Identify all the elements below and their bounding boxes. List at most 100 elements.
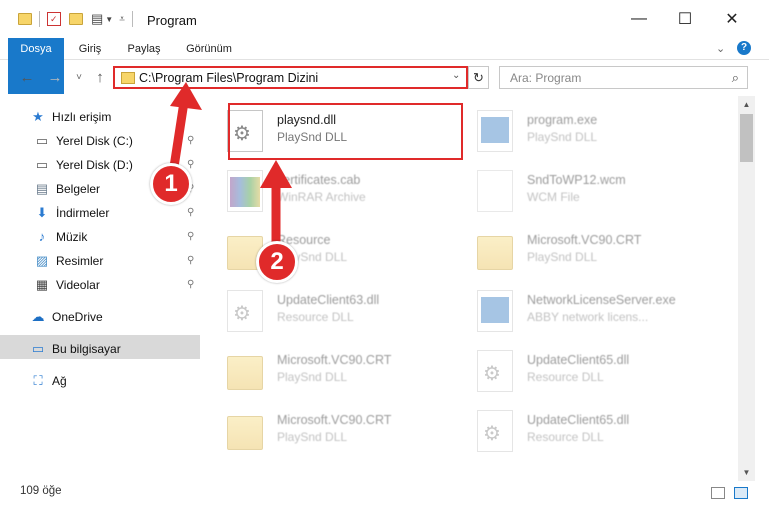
view-icon[interactable]: ▤: [91, 11, 103, 27]
divider: [39, 11, 40, 27]
network-icon: ⛶: [33, 372, 43, 388]
window-title: Program: [147, 13, 197, 28]
sidebar-item-resimler[interactable]: ▨ Resimler ⚲: [0, 249, 205, 272]
folder-icon: [18, 13, 32, 25]
forward-button[interactable]: →: [46, 68, 64, 88]
chevron-down-icon[interactable]: ▼: [105, 15, 113, 24]
item-count: 109 öğe: [20, 485, 62, 497]
highlight-box: [228, 103, 463, 160]
file-item[interactable]: SndToWP12.wcm WCM File: [465, 162, 705, 218]
pictures-icon: ▨: [35, 252, 49, 268]
videos-icon: ▦: [35, 276, 49, 292]
up-button[interactable]: ↑: [91, 68, 109, 88]
scrollbar[interactable]: ▲ ▼: [738, 96, 755, 481]
scroll-up-icon[interactable]: ▲: [738, 96, 755, 113]
gear-file-icon: ⚙: [227, 290, 263, 332]
folder-icon: [227, 416, 263, 450]
close-button[interactable]: ✕: [709, 0, 755, 38]
callout-badge-2: 2: [256, 241, 298, 283]
pin-icon[interactable]: ⚲: [187, 207, 194, 218]
back-button[interactable]: ←: [18, 68, 36, 88]
sidebar-item-label: Bu bilgisayar: [52, 341, 121, 356]
new-folder-icon[interactable]: [69, 13, 83, 25]
file-type: ABBY network licens...: [527, 310, 649, 324]
sidebar-item-label: Yerel Disk (D:): [56, 157, 133, 172]
chevron-down-icon[interactable]: ⌄: [452, 70, 460, 81]
file-type: Resource DLL: [277, 310, 354, 324]
cloud-icon: ☁: [31, 308, 45, 324]
computer-icon: ▭: [31, 340, 45, 356]
music-icon: ♪: [38, 229, 46, 244]
tab-home[interactable]: Giriş: [70, 38, 110, 60]
file-item[interactable]: Microsoft.VC90.CRT PlaySnd DLL: [215, 342, 455, 398]
pin-icon[interactable]: ⚲: [187, 255, 194, 266]
file-type: PlaySnd DLL: [277, 430, 348, 444]
sidebar-item-label: OneDrive: [52, 309, 103, 324]
sidebar-item-onedrive[interactable]: ☁ OneDrive: [0, 305, 205, 328]
title-bar: ✓ ▤ ▼ ⩡ Program — ☐ ✕: [0, 0, 769, 38]
drive-icon: ▭: [35, 156, 49, 172]
sidebar-item-label: Videolar: [56, 277, 100, 292]
file-name: Microsoft.VC90.CRT: [277, 353, 392, 367]
file-item[interactable]: program.exe PlaySnd DLL: [465, 102, 705, 158]
details-view-icon[interactable]: [711, 487, 725, 499]
download-icon: ⬇: [36, 204, 48, 220]
file-name: SndToWP12.wcm: [527, 173, 626, 187]
drive-icon: ▭: [35, 132, 49, 148]
help-icon[interactable]: ?: [737, 41, 751, 55]
folder-icon: [477, 236, 513, 270]
maximize-button[interactable]: ☐: [662, 0, 708, 38]
customize-icon[interactable]: ⩡: [119, 14, 125, 25]
properties-icon[interactable]: ✓: [47, 12, 61, 26]
file-type: PlaySnd DLL: [277, 370, 348, 384]
file-name: Microsoft.VC90.CRT: [277, 413, 392, 427]
sidebar-item-ağ[interactable]: ⛶ Ağ: [0, 369, 205, 392]
file-item[interactable]: ⚙ UpdateClient63.dll Resource DLL: [215, 282, 455, 338]
file-item[interactable]: ⚙ UpdateClient65.dll Resource DLL: [465, 402, 705, 458]
folder-icon: [121, 72, 135, 84]
gear-file-icon: ⚙: [477, 350, 513, 392]
pin-icon[interactable]: ⚲: [187, 279, 194, 290]
file-item[interactable]: certificates.cab WinRAR Archive: [215, 162, 455, 218]
file-item[interactable]: Microsoft.VC90.CRT PlaySnd DLL: [215, 402, 455, 458]
file-item[interactable]: Microsoft.VC90.CRT PlaySnd DLL: [465, 222, 705, 278]
file-name: NetworkLicenseServer.exe: [527, 293, 676, 307]
search-input[interactable]: Ara: Program ⌕: [499, 66, 748, 89]
callout-badge-1: 1: [150, 163, 192, 205]
file-item[interactable]: NetworkLicenseServer.exe ABBY network lic…: [465, 282, 705, 338]
pin-icon[interactable]: ⚲: [187, 231, 194, 242]
file-item[interactable]: Resource PlaySnd DLL: [215, 222, 455, 278]
minimize-button[interactable]: —: [616, 0, 662, 38]
search-icon: ⌕: [731, 70, 739, 85]
folder-icon: [227, 356, 263, 390]
status-bar: 109 öğe: [0, 481, 769, 503]
large-icons-view-icon[interactable]: [734, 487, 748, 499]
document-icon: [477, 170, 513, 212]
file-type: PlaySnd DLL: [527, 250, 598, 264]
sidebar-item-label: Belgeler: [56, 181, 101, 196]
application-icon: [477, 110, 513, 152]
file-name: program.exe: [527, 113, 598, 127]
file-type: WCM File: [527, 190, 580, 204]
file-type: PlaySnd DLL: [527, 130, 598, 144]
file-item[interactable]: ⚙ UpdateClient65.dll Resource DLL: [465, 342, 705, 398]
scroll-down-icon[interactable]: ▼: [738, 464, 755, 481]
recent-locations-button[interactable]: ˅: [70, 68, 88, 88]
file-type: Resource DLL: [527, 430, 604, 444]
sidebar-item-label: Ağ: [52, 373, 67, 388]
star-icon: ★: [32, 108, 44, 124]
tab-share[interactable]: Paylaş: [120, 38, 168, 60]
file-type: Resource DLL: [527, 370, 604, 384]
file-name: UpdateClient65.dll: [527, 413, 630, 427]
refresh-button[interactable]: ↻: [468, 66, 489, 89]
sidebar-item-müzik[interactable]: ♪ Müzik ⚲: [0, 225, 205, 248]
scroll-thumb[interactable]: [740, 114, 753, 162]
file-name: UpdateClient63.dll: [277, 293, 380, 307]
sidebar-item-videolar[interactable]: ▦ Videolar ⚲: [0, 273, 205, 296]
sidebar-item-label: Resimler: [56, 253, 104, 268]
tab-view[interactable]: Görünüm: [178, 38, 240, 60]
chevron-down-icon[interactable]: ⌄: [716, 42, 725, 55]
sidebar-item-bu-bilgisayar[interactable]: ▭ Bu bilgisayar: [0, 337, 205, 360]
divider: [131, 11, 133, 27]
file-name: UpdateClient65.dll: [527, 353, 630, 367]
